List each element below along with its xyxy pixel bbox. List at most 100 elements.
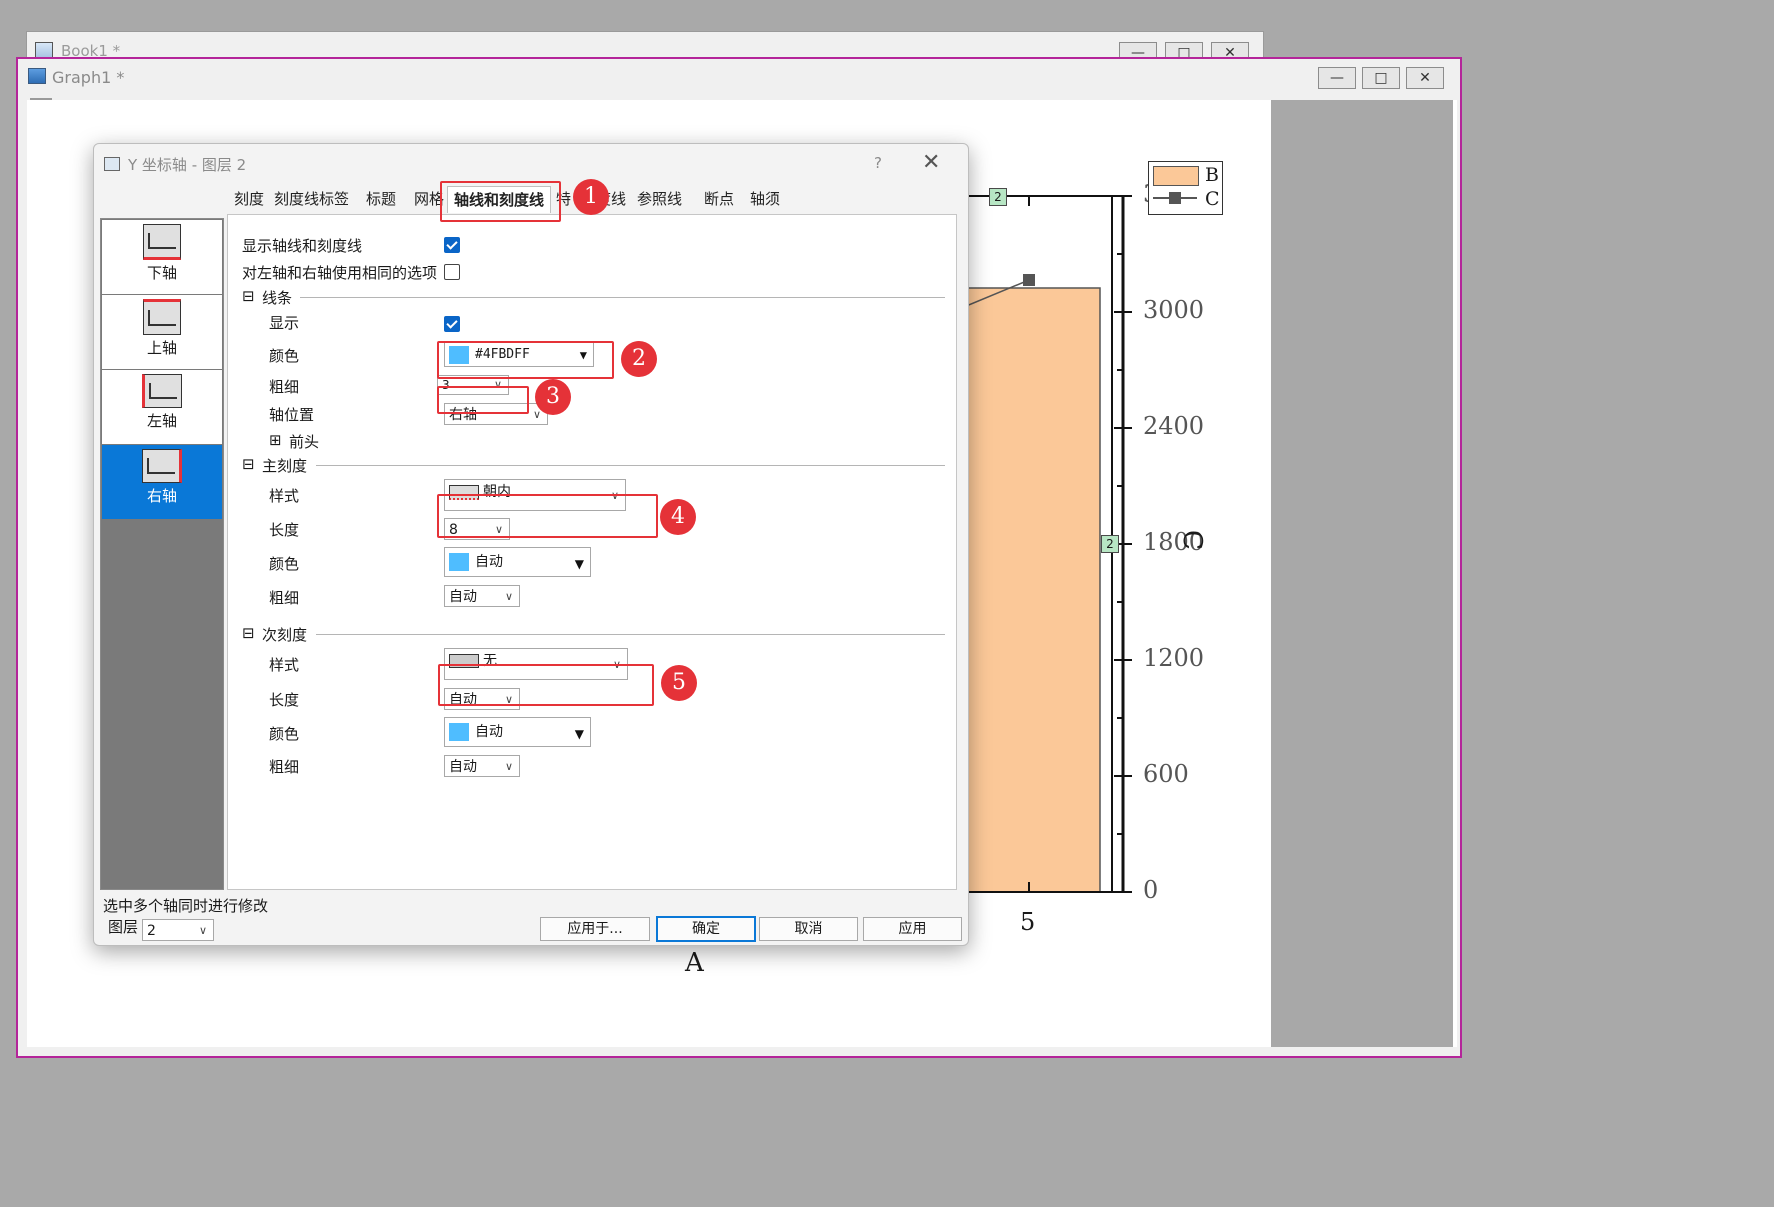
y-tick-label: 1200 (1143, 644, 1205, 672)
multi-select-hint: 选中多个轴同时进行修改 (103, 897, 269, 915)
major-style-label: 样式 (269, 487, 300, 505)
major-section-divider (316, 465, 945, 466)
highlight-color-box (437, 341, 614, 379)
axis-item-left[interactable]: 左轴 (102, 370, 222, 444)
top-axis-icon (143, 299, 181, 335)
annotation-badge-1: 1 (573, 179, 609, 215)
layer-marker-right[interactable]: 2 (1101, 535, 1119, 553)
bottom-axis-icon (143, 224, 181, 260)
layer-marker-top[interactable]: 2 (989, 188, 1007, 206)
major-color-swatch (449, 553, 469, 571)
graph1-titlebar[interactable]: Graph1 * — □ ✕ (18, 59, 1460, 93)
tab-breaks[interactable]: 断点 (704, 186, 734, 212)
annotation-badge-2: 2 (621, 341, 657, 377)
minor-section-label: 次刻度 (262, 626, 308, 644)
dialog-titlebar[interactable]: Y 坐标轴 - 图层 2 ? ✕ (94, 144, 968, 180)
highlight-minor-style-box (438, 664, 654, 706)
minor-length-label: 长度 (269, 691, 300, 709)
tab-axis-whiskers[interactable]: 轴须 (750, 186, 780, 212)
minor-style-label: 样式 (269, 656, 300, 674)
tab-tick-labels[interactable]: 刻度线标签 (274, 186, 349, 212)
tab-reference-lines[interactable]: 参照线 (637, 186, 682, 212)
dialog-title: Y 坐标轴 - 图层 2 (128, 156, 247, 174)
tab-title[interactable]: 标题 (366, 186, 396, 212)
y-axis-title[interactable]: C (1177, 530, 1207, 550)
major-section-label: 主刻度 (262, 457, 308, 475)
dialog-icon (104, 157, 120, 171)
settings-panel[interactable]: 显示轴线和刻度线 对左轴和右轴使用相同的选项 ⊟ 线条 显示 颜色 #4FBDF… (227, 214, 957, 890)
help-button[interactable]: ? (874, 154, 882, 172)
worksheet-icon (35, 42, 53, 58)
minor-width-label: 粗细 (269, 758, 300, 776)
y-tick-label: 3000 (1143, 296, 1205, 324)
major-width-arrow-icon: ∨ (504, 590, 513, 603)
minor-color-dropdown[interactable]: 自动 ▼ (444, 717, 591, 747)
minor-section-divider (316, 634, 945, 635)
legend-c-label: C (1205, 188, 1220, 210)
highlight-width-box (437, 386, 529, 414)
major-section-collapse-icon[interactable]: ⊟ (242, 455, 255, 473)
y-axis-dialog[interactable]: Y 坐标轴 - 图层 2 ? ✕ 刻度 刻度线标签 标题 网格 轴线和刻度线 特… (93, 143, 969, 946)
axis-list[interactable]: 下轴 上轴 左轴 右轴 (100, 218, 224, 890)
graph1-minimize-button[interactable]: — (1318, 67, 1356, 89)
arrow-expand-icon[interactable]: ⊞ (269, 431, 282, 449)
axis-item-top[interactable]: 上轴 (102, 295, 222, 369)
major-width-value: 自动 (449, 589, 477, 605)
minor-width-dropdown[interactable]: 自动 ∨ (444, 755, 520, 777)
minor-width-value: 自动 (449, 759, 477, 775)
axis-item-bottom-label: 下轴 (146, 264, 177, 282)
right-axis-icon (142, 449, 182, 483)
graph-edge (1453, 100, 1457, 1047)
same-options-label: 对左轴和右轴使用相同的选项 (242, 264, 438, 282)
annotation-badge-3: 3 (535, 379, 571, 415)
axis-item-top-label: 上轴 (146, 339, 177, 357)
layer-dropdown[interactable]: 2 ∨ (142, 919, 214, 941)
major-length-label: 长度 (269, 521, 300, 539)
major-color-dropdown[interactable]: 自动 ▼ (444, 547, 591, 577)
annotation-badge-4: 4 (660, 499, 696, 535)
axis-item-right-label: 右轴 (146, 487, 177, 505)
line-color-label: 颜色 (269, 347, 300, 365)
major-width-dropdown[interactable]: 自动 ∨ (444, 585, 520, 607)
line-section-divider (300, 297, 945, 298)
minor-color-arrow-icon: ▼ (574, 727, 584, 741)
left-axis-icon (142, 374, 182, 408)
line-section-collapse-icon[interactable]: ⊟ (242, 287, 255, 305)
layer-label: 图层 (108, 918, 139, 936)
line-show-checkbox[interactable] (444, 316, 460, 332)
ok-button[interactable]: 确定 (656, 916, 756, 942)
axis-item-bottom[interactable]: 下轴 (102, 220, 222, 294)
graph-margin-area (1271, 100, 1453, 1047)
tab-scale[interactable]: 刻度 (234, 186, 264, 212)
axis-item-right[interactable]: 右轴 (102, 445, 222, 519)
apply-to-button[interactable]: 应用于... (540, 917, 650, 941)
graph-icon (28, 68, 46, 84)
bar-b[interactable] (946, 287, 1101, 893)
graph1-maximize-button[interactable]: □ (1362, 67, 1400, 89)
x-axis-title[interactable]: A (685, 948, 704, 978)
graph1-close-button[interactable]: ✕ (1406, 67, 1444, 89)
show-axis-checkbox[interactable] (444, 237, 460, 253)
legend-b-swatch (1153, 166, 1199, 186)
highlight-major-style-box (437, 494, 658, 538)
legend[interactable]: B C (1148, 161, 1223, 215)
series-c-marker[interactable] (1023, 274, 1035, 286)
arrow-label: 前头 (289, 433, 320, 451)
cancel-button[interactable]: 取消 (759, 917, 858, 941)
minor-color-label: 颜色 (269, 725, 300, 743)
minor-section-collapse-icon[interactable]: ⊟ (242, 624, 255, 642)
same-options-checkbox[interactable] (444, 264, 460, 280)
y-tick-label: 0 (1143, 876, 1159, 904)
show-axis-label: 显示轴线和刻度线 (242, 237, 363, 255)
minor-color-swatch (449, 723, 469, 741)
legend-c-marker (1169, 192, 1181, 204)
major-color-value: 自动 (475, 554, 503, 570)
graph1-title: Graph1 * (52, 68, 125, 87)
apply-button[interactable]: 应用 (863, 917, 962, 941)
axis-item-left-label: 左轴 (146, 412, 177, 430)
highlight-tab-box (440, 181, 561, 222)
line-section-label: 线条 (262, 289, 293, 307)
line-width-label: 粗细 (269, 378, 300, 396)
axis-position-label: 轴位置 (269, 406, 315, 424)
dialog-close-button[interactable]: ✕ (922, 150, 940, 175)
